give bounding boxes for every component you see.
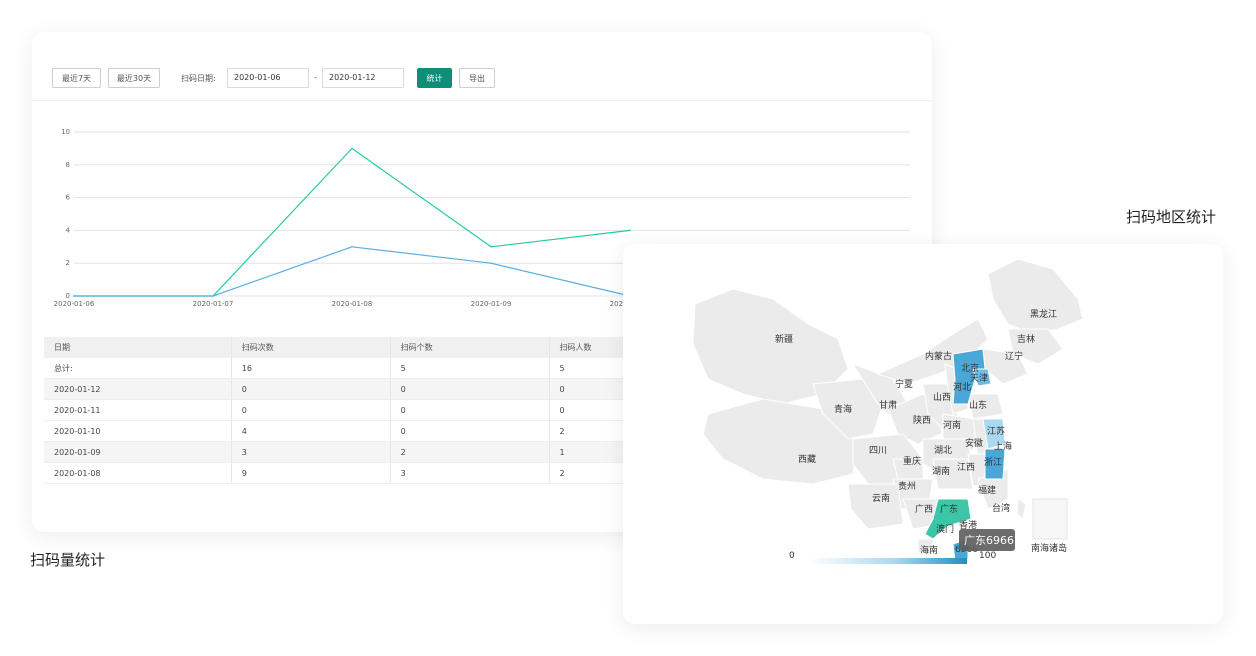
province-label: 辽宁 <box>1005 350 1023 362</box>
province-label: 澳门 <box>936 523 954 535</box>
x-tick-label: 2020-01-06 <box>54 300 95 308</box>
province-label: 重庆 <box>903 455 921 467</box>
province-label: 广西 <box>915 503 933 515</box>
series-line-2 <box>74 246 631 297</box>
province-label: 河南 <box>943 419 961 431</box>
legend-min-label: 0 <box>789 551 795 561</box>
table-cell: 0 <box>231 399 391 421</box>
table-cell: 5 <box>390 358 550 379</box>
province-label: 贵州 <box>898 480 916 492</box>
table-cell: 总计: <box>44 358 232 379</box>
table-cell: 2020-01-11 <box>44 399 232 421</box>
series-point[interactable] <box>629 229 631 232</box>
province-label: 北京 <box>961 362 979 374</box>
y-tick-label: 2 <box>66 259 70 267</box>
x-tick-label: 2020-01-09 <box>471 300 512 308</box>
toolbar-divider <box>32 100 932 101</box>
china-map: 新疆 西藏 青海 甘肃 宁夏 内蒙古 黑龙江 吉林 辽宁 北京 天津 河北 山西… <box>692 258 1084 564</box>
table-cell: 3 <box>231 441 391 463</box>
x-tick-label: 2020-01-08 <box>332 300 373 308</box>
last-7-days-button[interactable]: 最近7天 <box>52 68 101 88</box>
table-cell: 0 <box>390 420 550 442</box>
table-cell: 9 <box>231 462 391 484</box>
map-tooltip: 广东6966 <box>959 529 1015 551</box>
y-tick-label: 10 <box>61 128 70 136</box>
table-cell: 3 <box>390 462 550 484</box>
table-cell: 0 <box>390 399 550 421</box>
series-line-1 <box>74 147 631 297</box>
province-label: 台湾 <box>992 502 1010 514</box>
province-label: 内蒙古 <box>925 350 952 362</box>
province-label: 广东 <box>940 503 958 515</box>
series-point[interactable] <box>212 295 214 297</box>
province-label: 陕西 <box>913 414 931 426</box>
tooltip-text: 广东6966 <box>964 534 1014 547</box>
scan-volume-caption: 扫码量统计 <box>30 551 106 569</box>
date-to-input[interactable]: 2020-01-12 <box>322 68 404 88</box>
table-cell: 2 <box>390 441 550 463</box>
scan-date-label: 扫码日期: <box>181 74 216 83</box>
province-label: 山西 <box>933 392 951 403</box>
province-label: 山东 <box>969 399 987 411</box>
stat-button[interactable]: 统计 <box>417 68 452 88</box>
series-point[interactable] <box>490 246 492 248</box>
province-label: 四川 <box>869 446 887 456</box>
x-tick-label: 2020-01-07 <box>193 300 234 308</box>
province-label: 新疆 <box>775 333 793 345</box>
province-label: 海南 <box>920 544 938 556</box>
table-cell: 2020-01-09 <box>44 441 232 463</box>
province-label: 河北 <box>953 381 971 393</box>
y-tick-label: 6 <box>66 194 71 202</box>
table-cell: 0 <box>390 378 550 400</box>
province-label: 湖南 <box>932 465 950 477</box>
y-tick-label: 0 <box>66 292 70 300</box>
date-separator: - <box>314 73 317 82</box>
province-label: 青海 <box>834 403 852 415</box>
province-label: 宁夏 <box>895 378 913 390</box>
table-header-cell[interactable]: 扫码个数 <box>390 337 550 358</box>
table-cell: 2020-01-10 <box>44 420 232 442</box>
table-cell: 4 <box>231 420 391 442</box>
export-button[interactable]: 导出 <box>459 68 495 88</box>
table-cell: 16 <box>231 358 391 379</box>
region-caption: 扫码地区统计 <box>1126 208 1217 226</box>
province-label: 黑龙江 <box>1030 308 1057 320</box>
province-label: 上海 <box>994 440 1012 452</box>
province-label: 江苏 <box>987 425 1005 437</box>
series-point[interactable] <box>351 147 353 150</box>
y-tick-label: 4 <box>66 226 71 234</box>
province-label: 云南 <box>872 492 890 504</box>
series-point[interactable] <box>73 295 75 297</box>
province-label: 西藏 <box>798 453 816 465</box>
table-header-cell[interactable]: 日期 <box>44 337 232 358</box>
province-label: 安徽 <box>965 437 983 449</box>
province-label: 湖北 <box>934 445 952 456</box>
table-header-cell[interactable]: 扫码次数 <box>231 337 391 358</box>
date-from-input[interactable]: 2020-01-06 <box>227 68 309 88</box>
table-cell: 0 <box>231 378 391 400</box>
last-30-days-button[interactable]: 最近30天 <box>108 68 160 88</box>
province-label: 浙江 <box>984 456 1002 468</box>
province-label: 甘肃 <box>879 399 897 411</box>
table-cell: 2020-01-12 <box>44 378 232 400</box>
province-label: 南海诸岛 <box>1031 542 1067 554</box>
legend-max-label: 100 <box>979 551 996 561</box>
y-tick-label: 8 <box>66 161 70 169</box>
province-label: 天津 <box>970 373 988 384</box>
series-point[interactable] <box>490 262 492 264</box>
series-point[interactable] <box>351 246 353 248</box>
region-map-card: 新疆 西藏 青海 甘肃 宁夏 内蒙古 黑龙江 吉林 辽宁 北京 天津 河北 山西… <box>623 244 1223 624</box>
legend-gradient-bar[interactable] <box>809 558 967 564</box>
table-cell: 2020-01-08 <box>44 462 232 484</box>
province-label: 江西 <box>957 462 975 473</box>
province-label: 福建 <box>978 484 996 496</box>
province-label: 吉林 <box>1017 333 1035 345</box>
